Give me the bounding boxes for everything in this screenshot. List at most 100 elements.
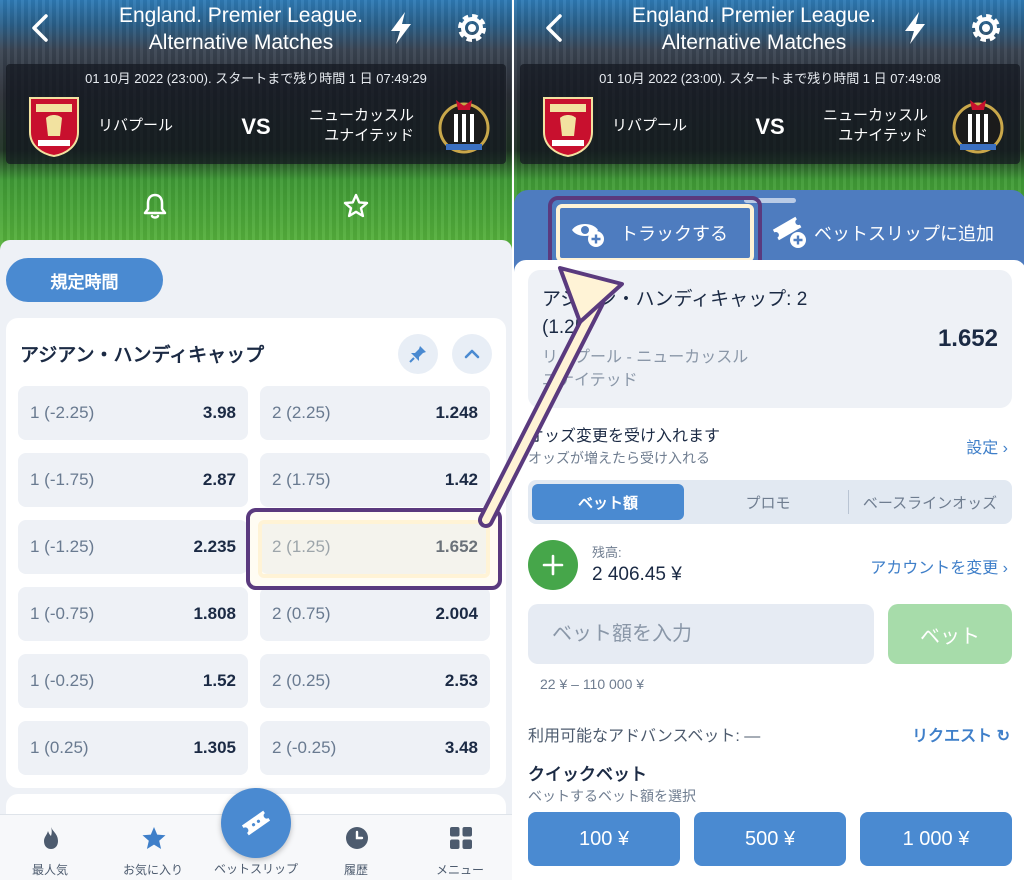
lightning-icon[interactable]: [900, 10, 930, 46]
away-team-line-1: ニューカッスル: [822, 107, 928, 124]
selection-teams: リバプール - ニューカッスル ユナイテッド: [542, 346, 862, 392]
nav-history-label: 履歴: [343, 863, 368, 877]
add-to-betslip-label: ベットスリップに追加: [814, 224, 994, 244]
odd-button[interactable]: 2 (-0.25) 3.48: [260, 721, 490, 775]
collapse-button[interactable]: [452, 334, 492, 374]
regular-time-tab[interactable]: 規定時間: [6, 258, 163, 302]
kickoff-countdown: 01 10月 2022 (23:00). スタートまで残り時間 1 日 07:4…: [599, 71, 941, 86]
pin-icon: [409, 346, 426, 363]
nav-betslip-label: ベットスリップ: [213, 862, 298, 876]
stadium-header: England. Premier League. Alternative Mat…: [0, 0, 512, 250]
chevron-right-icon: ›: [1002, 440, 1008, 457]
settings-link[interactable]: 設定 ›: [966, 434, 1008, 458]
nav-popular[interactable]: 最人気: [0, 815, 100, 880]
pin-button[interactable]: [398, 334, 438, 374]
odd-button[interactable]: 1 (-1.25) 2.235: [18, 520, 248, 574]
odd-value: 3.98: [202, 403, 236, 422]
change-account-link[interactable]: アカウントを変更 ›: [870, 554, 1008, 578]
chevron-right-icon: ›: [1002, 560, 1008, 577]
lightning-icon[interactable]: [386, 10, 416, 46]
odd-button[interactable]: 2 (1.75) 1.42: [260, 453, 490, 507]
gear-icon[interactable]: [454, 10, 490, 46]
top-nav: England. Premier League. Alternative Mat…: [0, 0, 512, 62]
betslip-body: アジアン・ハンディキャップ: 2 (1.25) リバプール - ニューカッスル …: [514, 260, 1024, 880]
odd-button[interactable]: 1 (0.25) 1.305: [18, 721, 248, 775]
quick-bet-500-button[interactable]: 500 ¥: [694, 812, 846, 866]
odd-handicap-label: 2 (1.75): [272, 470, 331, 489]
title-line-2: Alternative Matches: [661, 31, 847, 54]
nav-menu-label: メニュー: [435, 863, 484, 877]
segment-divider: [848, 490, 849, 514]
quick-bet-1000-button[interactable]: 1 000 ¥: [860, 812, 1012, 866]
nav-favorites-label: お気に入り: [122, 863, 183, 877]
odd-button[interactable]: 2 (0.25) 2.53: [260, 654, 490, 708]
vs-label: VS: [755, 114, 785, 139]
nav-favorites[interactable]: お気に入り: [103, 815, 203, 880]
odd-button[interactable]: 1 (-0.25) 1.52: [18, 654, 248, 708]
deposit-button[interactable]: [528, 540, 578, 590]
odd-button[interactable]: 2 (2.25) 1.248: [260, 386, 490, 440]
clock-icon: [346, 827, 368, 849]
odd-handicap-label: 1 (0.25): [30, 738, 89, 757]
selection-market-line-1: アジアン・ハンディキャップ: 2: [542, 289, 808, 310]
right-screen: England. Premier League. Alternative Mat…: [512, 0, 1024, 880]
quick-bet-100-button[interactable]: 100 ¥: [528, 812, 680, 866]
odd-handicap-label: 1 (-0.25): [30, 671, 95, 690]
selection-teams-line-2: ユナイテッド: [542, 372, 638, 389]
newcastle-crest-icon: [952, 100, 1004, 154]
quick-bet-subtitle: ベットするベット額を選択: [528, 788, 696, 804]
nav-history[interactable]: 履歴: [306, 815, 406, 880]
gear-icon[interactable]: [968, 10, 1004, 46]
odd-button[interactable]: 1 (-2.25) 3.98: [18, 386, 248, 440]
newcastle-crest-icon: [438, 100, 490, 154]
flame-icon: [44, 827, 58, 849]
odd-button[interactable]: 2 (0.75) 2.004: [260, 587, 490, 641]
betslip-fab-button[interactable]: [221, 788, 291, 858]
odd-value: 1.248: [435, 403, 478, 422]
tab-baseline-odds[interactable]: ベースラインオッズ: [850, 484, 1010, 520]
place-bet-button[interactable]: ベット: [888, 604, 1012, 664]
nav-popular-label: 最人気: [31, 863, 68, 877]
odd-button[interactable]: 1 (-1.75) 2.87: [18, 453, 248, 507]
odd-handicap-label: 2 (0.75): [272, 604, 331, 623]
odd-value: 2.004: [435, 604, 478, 623]
odd-handicap-label: 1 (-0.75): [30, 604, 95, 623]
plus-icon: [542, 554, 564, 576]
odd-handicap-label: 1 (-1.25): [30, 537, 95, 556]
request-label: リクエスト: [912, 728, 993, 745]
away-team-name: ニューカッスル ユナイテッド: [309, 106, 414, 146]
quick-bet-title: クイックベット: [528, 765, 647, 784]
odd-handicap-label: 2 (2.25): [272, 403, 331, 422]
tab-stake[interactable]: ベット額: [532, 484, 684, 520]
odd-value: 1.305: [193, 738, 236, 757]
balance-label: 残高:: [592, 545, 622, 560]
title-line-1: England. Premier League.: [632, 4, 876, 27]
refresh-icon: ↻: [996, 728, 1010, 745]
selection-teams-line-1: リバプール - ニューカッスル: [542, 349, 749, 366]
odd-button[interactable]: 1 (-0.75) 1.808: [18, 587, 248, 641]
nav-menu[interactable]: メニュー: [410, 815, 510, 880]
odd-value: 2.87: [202, 470, 236, 489]
star-icon[interactable]: [342, 192, 370, 220]
star-filled-icon: [142, 827, 166, 849]
bell-icon[interactable]: [142, 192, 168, 220]
back-arrow-icon[interactable]: [26, 10, 54, 46]
grid-icon: [450, 827, 472, 849]
add-to-betslip-button[interactable]: ベットスリップに追加: [772, 204, 1022, 264]
track-button-highlight: [548, 196, 762, 270]
odd-value: 1.52: [202, 671, 236, 690]
title-line-2: Alternative Matches: [148, 31, 334, 54]
left-screen: England. Premier League. Alternative Mat…: [0, 0, 512, 880]
vs-label: VS: [241, 114, 271, 139]
match-info: 01 10月 2022 (23:00). スタートまで残り時間 1 日 07:4…: [6, 64, 506, 164]
stake-amount-input[interactable]: [528, 604, 874, 664]
selection-odd: 1.652: [937, 325, 998, 352]
back-arrow-icon[interactable]: [540, 10, 568, 46]
page-title-right: England. Premier League. Alternative Mat…: [584, 2, 924, 56]
ticket-icon: [241, 810, 271, 836]
away-team-line-2: ユナイテッド: [838, 127, 928, 144]
tab-promo[interactable]: プロモ: [688, 484, 848, 520]
odd-handicap-label: 1 (-2.25): [30, 403, 95, 422]
request-link[interactable]: リクエスト ↻: [912, 722, 1010, 746]
selection-card: アジアン・ハンディキャップ: 2 (1.25) リバプール - ニューカッスル …: [528, 270, 1012, 408]
